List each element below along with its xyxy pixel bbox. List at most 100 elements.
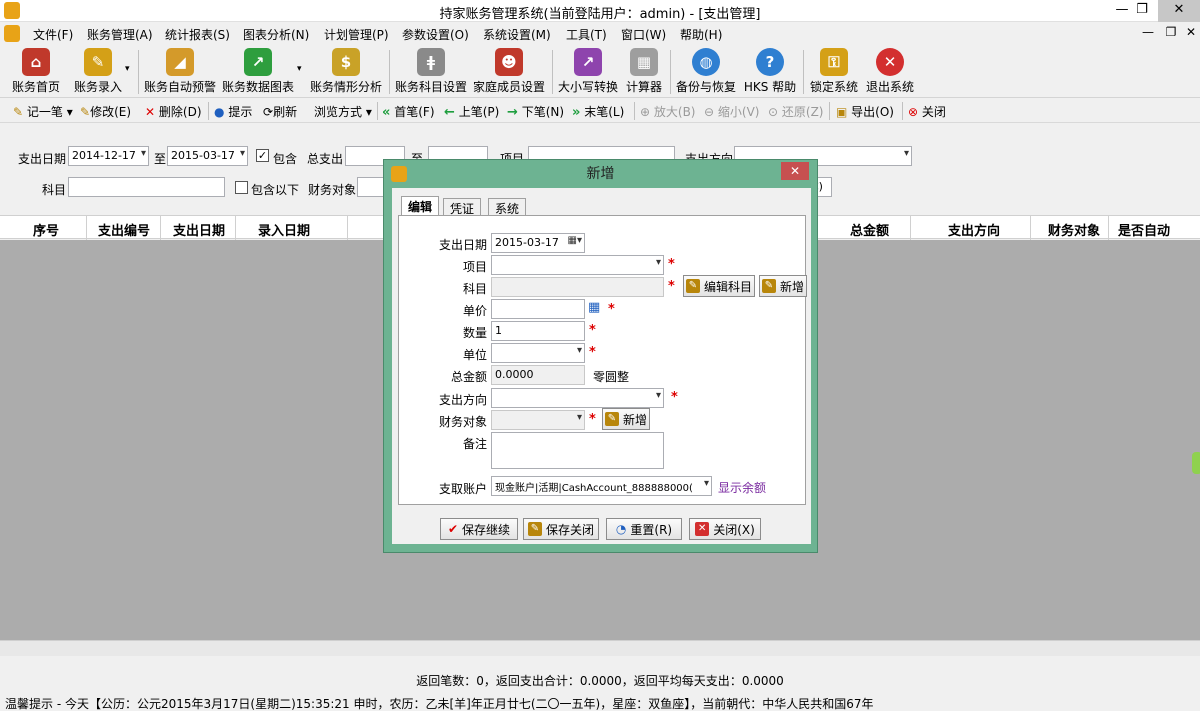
include-label: 包含 [273,152,298,166]
chevron-down-icon: ▾ [703,478,709,489]
toolbar-convert-button[interactable]: ↗ 大小写转换 [557,48,619,96]
menu-help[interactable]: 帮助(H) [680,26,722,43]
save-close-button[interactable]: ✎ 保存关闭 [523,518,599,540]
toolbar-members-button[interactable]: ☻ 家庭成员设置 [473,48,545,96]
include-checkbox[interactable]: ✓ [256,149,269,162]
toolbar-lock-button[interactable]: ⚿ 锁定系统 [808,48,860,96]
direction-field-select[interactable]: ▾ [491,388,664,408]
mdi-minimize-button[interactable]: — [1140,25,1156,39]
menu-bar: 文件(F) 账务管理(A) 统计报表(S) 图表分析(N) 计划管理(P) 参数… [0,22,1200,44]
save-close-label: 保存关闭 [545,522,594,537]
toolbar-home-label: 账务首页 [11,80,60,94]
menu-plans[interactable]: 计划管理(P) [324,26,389,43]
date-from-picker[interactable]: 2014-12-17 ▾ [68,146,149,166]
zoom-out-button[interactable]: ⊖ 缩小(V) [704,103,759,120]
left-arrow-icon: ← [444,105,455,120]
menu-tools[interactable]: 工具(T) [566,26,607,43]
close-window-button[interactable]: ✕ [1158,0,1200,22]
record-toolbar: ✎ 记一笔 ▾ ✎修改(E) ✕ 删除(D) ● 提示 ⟳刷新 浏览方式 ▾ «… [0,99,1200,123]
zoom-in-button[interactable]: ⊕ 放大(B) [640,103,696,120]
subject-field-label: 科目 [462,282,487,296]
toolbar-help-button[interactable]: ? HKS 帮助 [742,48,798,96]
dialog-body: 编辑 凭证 系统 支出日期 2015-03-17 ▦▾ 项目 ▾ * 科目 * ✎… [392,188,811,544]
toolbar-members-label: 家庭成员设置 [473,80,546,94]
note-field-textarea[interactable] [491,432,664,469]
entry-dropdown-arrow-icon[interactable]: ▾ [125,64,130,74]
browse-mode-button[interactable]: 浏览方式 ▾ [314,103,372,120]
col-direction[interactable]: 支出方向 [948,220,1000,239]
chart-dropdown-arrow-icon[interactable]: ▾ [297,64,302,74]
horizontal-scrollbar[interactable] [0,640,1200,656]
col-expense-id[interactable]: 支出编号 [98,220,150,239]
required-mark: * [589,345,596,360]
subject-input[interactable] [68,177,225,197]
include-below-checkbox[interactable] [235,181,248,194]
toolbar-subject-button[interactable]: ǂ 账务科目设置 [395,48,467,96]
tab-edit[interactable]: 编辑 [401,196,440,216]
toolbar-exit-button[interactable]: ✕ 退出系统 [864,48,916,96]
toolbar-alert-button[interactable]: ◢ 账务自动预警 [144,48,216,96]
toolbar-calculator-button[interactable]: ▦ 计算器 [623,48,665,96]
save-continue-button[interactable]: ✔ 保存继续 [440,518,518,540]
menu-system[interactable]: 系统设置(M) [483,26,551,43]
toolbar-backup-button[interactable]: ◍ 备份与恢复 [675,48,737,96]
calculator-icon[interactable]: ▦ [588,300,600,315]
export-label: 导出(O) [851,105,894,119]
unit-field-select[interactable]: ▾ [491,343,585,363]
toolbar-home-button[interactable]: ⌂ 账务首页 [10,48,62,96]
side-tab-handle[interactable] [1192,452,1200,474]
restore-button[interactable]: ❐ [1125,0,1159,22]
item-field-select[interactable]: ▾ [491,255,664,275]
menu-file[interactable]: 文件(F) [33,26,73,43]
restore-view-button[interactable]: ⊙ 还原(Z) [768,103,823,120]
toolbar-entry-button[interactable]: ✎ 账务录入 [72,48,124,96]
new-target-button[interactable]: ✎ 新增 [602,408,650,430]
mdi-close-button[interactable]: ✕ [1183,25,1199,39]
price-field-input[interactable] [491,299,585,319]
prev-record-button[interactable]: ← 上笔(P) [444,103,499,120]
delete-record-button[interactable]: ✕ 删除(D) [145,103,202,120]
calculator-icon: ▦ [630,48,658,76]
menu-params[interactable]: 参数设置(O) [402,26,469,43]
subject-field-input[interactable] [491,277,664,297]
required-mark: * [589,412,596,427]
refresh-button[interactable]: ⟳刷新 [263,103,297,120]
first-record-button[interactable]: « 首笔(F) [382,103,435,120]
add-record-button[interactable]: ✎ 记一笔 ▾ [13,103,73,120]
dialog-close-action-button[interactable]: ✕ 关闭(X) [689,518,761,540]
house-icon: ⌂ [22,48,50,76]
edit-subject-button[interactable]: ✎ 编辑科目 [683,275,755,297]
show-balance-link[interactable]: 显示余额 [718,479,766,496]
menu-accounts[interactable]: 账务管理(A) [87,26,153,43]
reset-button[interactable]: ◔ 重置(R) [606,518,682,540]
col-index[interactable]: 序号 [33,220,59,239]
tab-system[interactable]: 系统 [488,198,527,216]
account-field-select[interactable]: 现金账户|活期|CashAccount_888888000(▾ [491,476,712,496]
new-subject-button[interactable]: ✎ 新增 [759,275,807,297]
col-target[interactable]: 财务对象 [1048,220,1100,239]
hint-button[interactable]: ● 提示 [214,103,252,120]
reset-icon: ◔ [615,522,627,536]
menu-reports[interactable]: 统计报表(S) [165,26,230,43]
col-auto[interactable]: 是否自动 [1118,220,1170,239]
close-tab-button[interactable]: ⊗ 关闭 [908,103,946,120]
toolbar-help-label: HKS 帮助 [743,80,797,94]
target-field-select[interactable]: ▾ [491,410,585,430]
col-total-amount[interactable]: 总金额 [850,220,889,239]
date-to-picker[interactable]: 2015-03-17 ▾ [167,146,248,166]
col-expense-date[interactable]: 支出日期 [173,220,225,239]
next-record-button[interactable]: → 下笔(N) [507,103,564,120]
mdi-restore-button[interactable]: ❐ [1163,25,1179,39]
menu-charts[interactable]: 图表分析(N) [243,26,309,43]
qty-field-input[interactable]: 1 [491,321,585,341]
dialog-close-button[interactable]: ✕ [781,162,809,180]
last-record-button[interactable]: » 末笔(L) [572,103,624,120]
tab-voucher[interactable]: 凭证 [443,198,482,216]
toolbar-analysis-button[interactable]: $ 账务情形分析 [310,48,382,96]
toolbar-chart-button[interactable]: ↗ 账务数据图表 [222,48,294,96]
edit-record-button[interactable]: ✎修改(E) [80,103,131,120]
date-field-picker[interactable]: 2015-03-17 ▦▾ [491,233,585,253]
col-entry-date[interactable]: 录入日期 [258,220,310,239]
menu-window[interactable]: 窗口(W) [621,26,666,43]
export-button[interactable]: ▣ 导出(O) [836,103,894,120]
